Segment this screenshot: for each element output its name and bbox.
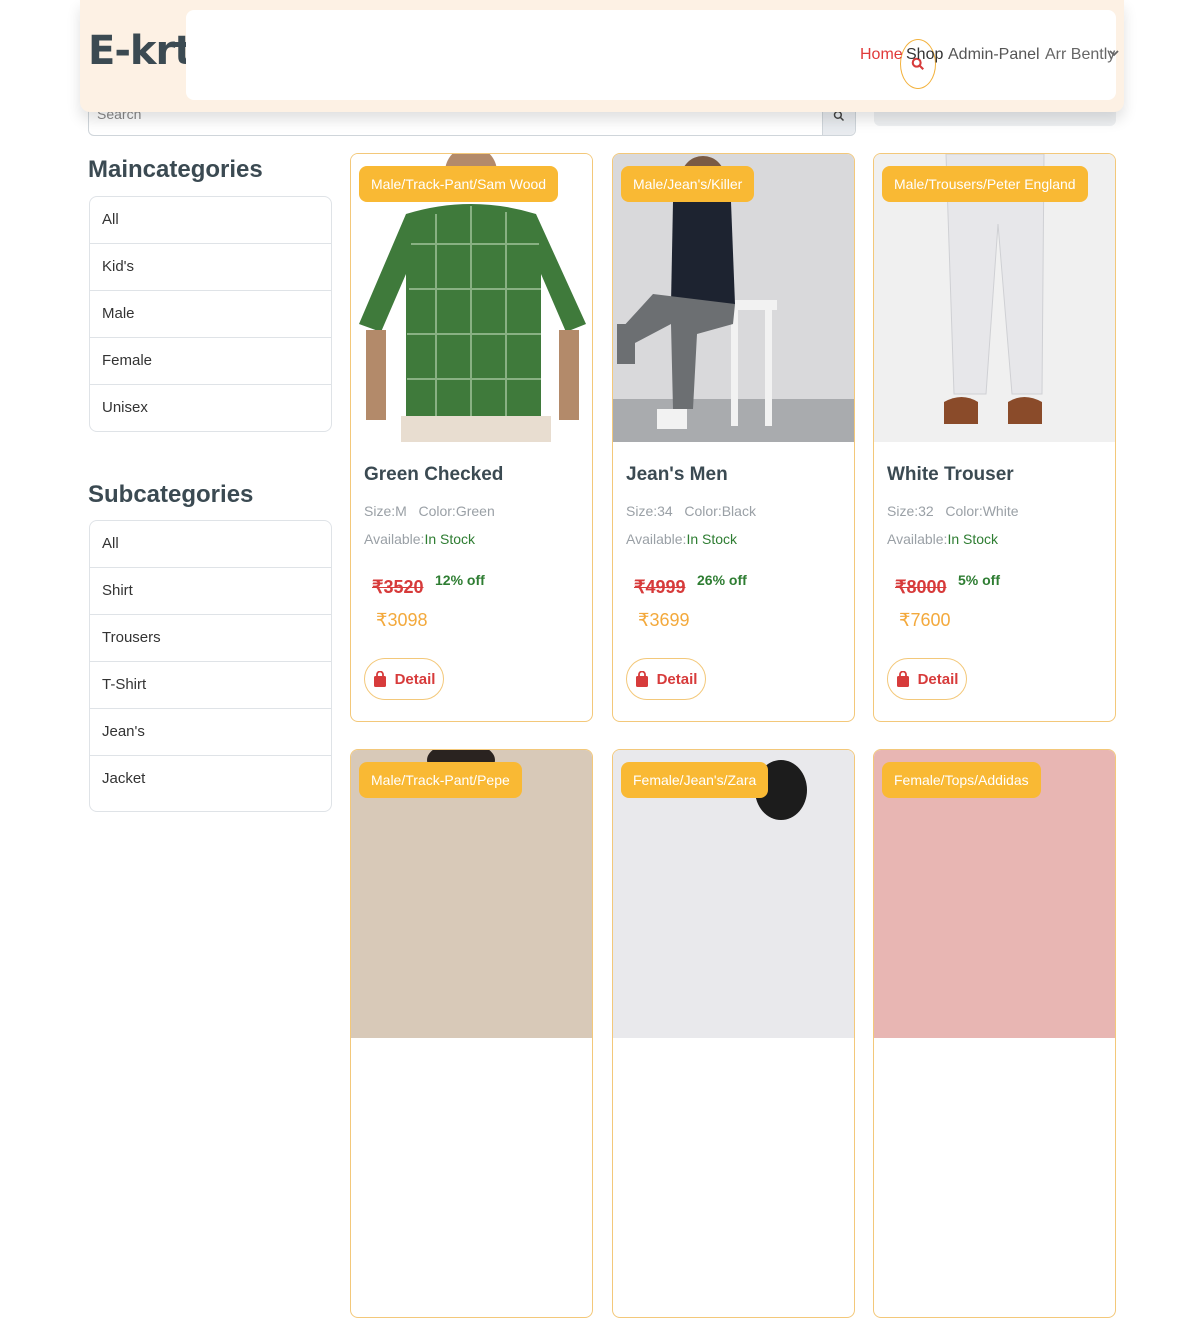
user-menu[interactable]: Arr Bently: [1045, 46, 1115, 64]
product-category-badge: Female/Jean's/Zara: [621, 762, 769, 798]
shopping-bag-icon: [635, 671, 648, 687]
product-category-badge: Male/Trousers/Peter England: [882, 166, 1088, 202]
discount-badge: 12% off: [435, 572, 485, 588]
detail-button-label: Detail: [917, 670, 959, 688]
subcategory-item[interactable]: Shirt: [90, 568, 331, 615]
product-specs: Size:M Color:Green: [364, 503, 495, 519]
nav-home-link[interactable]: Home: [860, 46, 903, 64]
nav-admin-panel-link[interactable]: Admin-Panel: [948, 46, 1040, 64]
detail-button[interactable]: Detail: [364, 658, 444, 700]
maincategory-item[interactable]: Male: [90, 291, 331, 338]
detail-button[interactable]: Detail: [887, 658, 967, 700]
product-color: Color:White: [945, 503, 1019, 519]
original-price: ₹3520: [372, 577, 424, 597]
product-card: Male/Track-Pant/Pepe: [350, 749, 593, 1318]
product-card: Female/Tops/Addidas: [873, 749, 1116, 1318]
product-specs: Size:32 Color:White: [887, 503, 1019, 519]
product-specs: Size:34 Color:Black: [626, 503, 756, 519]
detail-button[interactable]: Detail: [626, 658, 706, 700]
maincategories-heading: Maincategories: [88, 156, 263, 183]
original-price: ₹8000: [895, 577, 947, 597]
final-price: ₹3098: [376, 610, 428, 630]
product-size: Size:32: [887, 503, 934, 519]
subcategory-item[interactable]: All: [90, 521, 331, 568]
product-color: Color:Black: [684, 503, 756, 519]
product-size: Size:M: [364, 503, 407, 519]
product-name: Jean's Men: [626, 464, 728, 485]
product-category-badge: Male/Track-Pant/Pepe: [359, 762, 522, 798]
availability-label: Available:: [626, 531, 687, 547]
maincategories-list: All Kid's Male Female Unisex: [89, 196, 332, 432]
subcategory-item[interactable]: Jacket: [90, 756, 331, 802]
stock-status: In Stock: [947, 531, 999, 547]
product-card: Male/Track-Pant/Sam Wood Green Checked S…: [350, 153, 593, 722]
product-name: Green Checked: [364, 464, 504, 485]
discount-badge: 5% off: [958, 572, 1000, 588]
maincategory-item[interactable]: All: [90, 197, 331, 244]
product-color: Color:Green: [418, 503, 495, 519]
subcategories-heading: Subcategories: [88, 481, 254, 508]
detail-button-label: Detail: [656, 670, 698, 688]
stock-status: In Stock: [424, 531, 476, 547]
stock-status: In Stock: [686, 531, 738, 547]
chevron-down-icon[interactable]: [1109, 48, 1119, 58]
subcategory-item[interactable]: T-Shirt: [90, 662, 331, 709]
product-category-badge: Male/Jean's/Killer: [621, 166, 755, 202]
final-price: ₹7600: [899, 610, 951, 630]
maincategory-item[interactable]: Female: [90, 338, 331, 385]
nav-shop-link[interactable]: Shop: [906, 46, 943, 64]
subcategory-item[interactable]: Trousers: [90, 615, 331, 662]
maincategory-item[interactable]: Unisex: [90, 385, 331, 431]
discount-badge: 26% off: [697, 572, 747, 588]
product-card: Female/Jean's/Zara: [612, 749, 855, 1318]
shopping-bag-icon: [896, 671, 909, 687]
maincategory-item[interactable]: Kid's: [90, 244, 331, 291]
availability-label: Available:: [887, 531, 948, 547]
product-card: Male/Trousers/Peter England White Trouse…: [873, 153, 1116, 722]
original-price: ₹4999: [634, 577, 686, 597]
subcategory-item[interactable]: Jean's: [90, 709, 331, 756]
brand-logo[interactable]: E-krt: [88, 28, 193, 74]
product-availability: Available:In Stock: [626, 531, 737, 547]
product-category-badge: Male/Track-Pant/Sam Wood: [359, 166, 559, 202]
product-availability: Available:In Stock: [364, 531, 475, 547]
navbar: E-krt Home Shop Admin-Panel Arr Bently: [80, 0, 1124, 112]
availability-label: Available:: [364, 531, 425, 547]
detail-button-label: Detail: [394, 670, 436, 688]
subcategories-list: All Shirt Trousers T-Shirt Jean's Jacket: [89, 520, 332, 812]
product-size: Size:34: [626, 503, 673, 519]
product-card: Male/Jean's/Killer Jean's Men Size:34 Co…: [612, 153, 855, 722]
shopping-bag-icon: [373, 671, 386, 687]
product-category-badge: Female/Tops/Addidas: [882, 762, 1041, 798]
final-price: ₹3699: [638, 610, 690, 630]
product-name: White Trouser: [887, 464, 1014, 485]
product-availability: Available:In Stock: [887, 531, 998, 547]
